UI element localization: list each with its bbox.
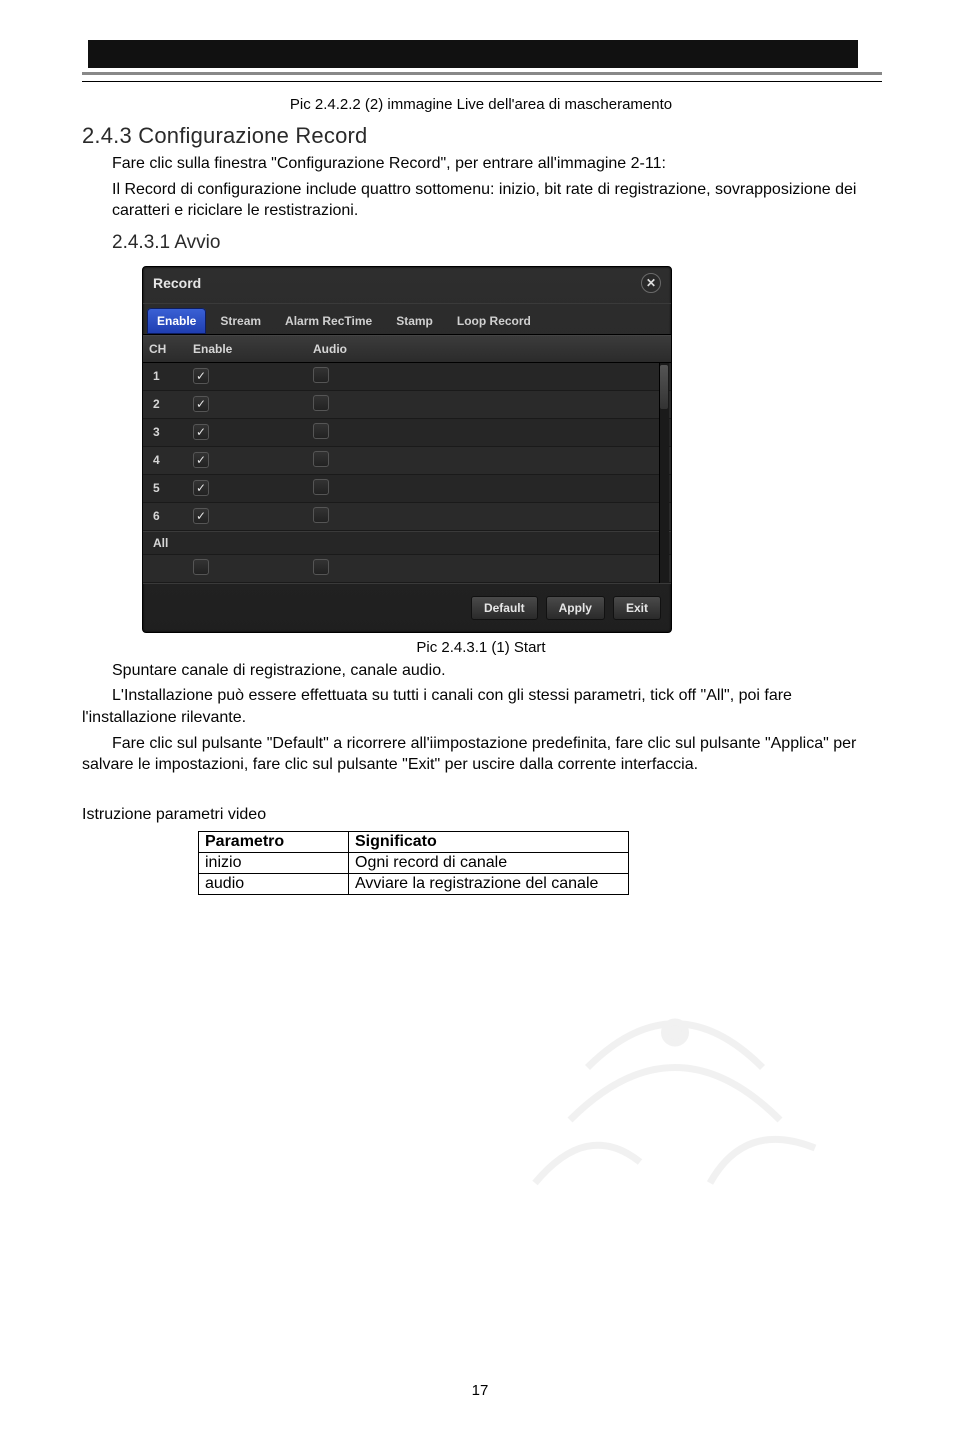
row-ch: 6 [149, 509, 193, 523]
row-ch: 5 [149, 481, 193, 495]
paragraph-4: L'Installazione può essere effettuata su… [82, 685, 880, 728]
checkbox-audio[interactable] [313, 395, 329, 411]
table-row: 3 [143, 419, 671, 447]
td-param: audio [199, 874, 349, 895]
close-icon[interactable]: ✕ [641, 273, 661, 293]
row-ch: 1 [149, 369, 193, 383]
table-row: 2 [143, 391, 671, 419]
tab-row: Enable Stream Alarm RecTime Stamp Loop R… [143, 303, 671, 335]
heading-2-4-3: 2.4.3 Configurazione Record [82, 123, 880, 149]
row-ch: 3 [149, 425, 193, 439]
checkbox-enable[interactable] [193, 424, 209, 440]
table-row-all: All [143, 531, 671, 555]
col-audio: Audio [313, 342, 651, 356]
tab-loop-record[interactable]: Loop Record [447, 308, 541, 334]
table-row: 4 [143, 447, 671, 475]
table-row-all-checks [143, 555, 671, 583]
exit-button[interactable]: Exit [613, 596, 661, 620]
header-bar [82, 40, 880, 82]
tab-enable[interactable]: Enable [147, 308, 206, 334]
th-significato: Significato [349, 832, 629, 853]
paragraph-intro-2-text: Il Record di configurazione include quat… [112, 181, 856, 220]
td-param: inizio [199, 853, 349, 874]
paragraph-3: Spuntare canale di registrazione, canale… [112, 660, 880, 682]
apply-button[interactable]: Apply [546, 596, 605, 620]
paragraph-5: Fare clic sul pulsante "Default" a ricor… [82, 733, 880, 776]
row-ch: 2 [149, 397, 193, 411]
col-ch: CH [149, 342, 193, 356]
param-row: inizio Ogni record di canale [199, 853, 629, 874]
instruction-heading: Istruzione parametri video [82, 804, 880, 826]
table-body: 1 2 3 4 [143, 363, 671, 583]
checkbox-enable[interactable] [193, 368, 209, 384]
row-ch: 4 [149, 453, 193, 467]
paragraph-intro-2: Il Record di configurazione include quat… [112, 179, 880, 222]
checkbox-audio[interactable] [313, 451, 329, 467]
dialog-title: Record [153, 275, 201, 291]
table-row: 6 [143, 503, 671, 531]
default-button[interactable]: Default [471, 596, 538, 620]
table-row: 1 [143, 363, 671, 391]
table-header: CH Enable Audio [143, 335, 671, 363]
th-parametro: Parametro [199, 832, 349, 853]
heading-2-4-3-1: 2.4.3.1 Avvio [112, 232, 880, 254]
td-meaning: Avviare la registrazione del canale [349, 874, 629, 895]
scrollbar-thumb[interactable] [660, 365, 668, 409]
tab-alarm-rectime[interactable]: Alarm RecTime [275, 308, 382, 334]
row-all-label: All [149, 536, 193, 550]
page-number: 17 [0, 1382, 960, 1399]
param-row: audio Avviare la registrazione del canal… [199, 874, 629, 895]
checkbox-enable[interactable] [193, 480, 209, 496]
tab-stream[interactable]: Stream [210, 308, 271, 334]
watermark-icon [500, 875, 850, 1225]
record-dialog: Record ✕ Enable Stream Alarm RecTime Sta… [142, 266, 672, 633]
checkbox-audio[interactable] [313, 367, 329, 383]
checkbox-enable[interactable] [193, 452, 209, 468]
col-enable: Enable [193, 342, 313, 356]
caption-figure: Pic 2.4.3.1 (1) Start [82, 639, 880, 656]
paragraph-intro-1: Fare clic sulla finestra "Configurazione… [112, 153, 880, 175]
dialog-footer: Default Apply Exit [143, 583, 671, 632]
checkbox-audio-all[interactable] [313, 559, 329, 575]
param-table-header: Parametro Significato [199, 832, 629, 853]
checkbox-enable[interactable] [193, 396, 209, 412]
tab-stamp[interactable]: Stamp [386, 308, 443, 334]
dialog-titlebar: Record ✕ [143, 267, 671, 303]
td-meaning: Ogni record di canale [349, 853, 629, 874]
checkbox-enable-all[interactable] [193, 559, 209, 575]
checkbox-audio[interactable] [313, 507, 329, 523]
scrollbar[interactable] [659, 363, 669, 583]
checkbox-audio[interactable] [313, 423, 329, 439]
param-table: Parametro Significato inizio Ogni record… [198, 831, 629, 895]
table-row: 5 [143, 475, 671, 503]
caption-prev-figure: Pic 2.4.2.2 (2) immagine Live dell'area … [82, 96, 880, 113]
checkbox-enable[interactable] [193, 508, 209, 524]
checkbox-audio[interactable] [313, 479, 329, 495]
